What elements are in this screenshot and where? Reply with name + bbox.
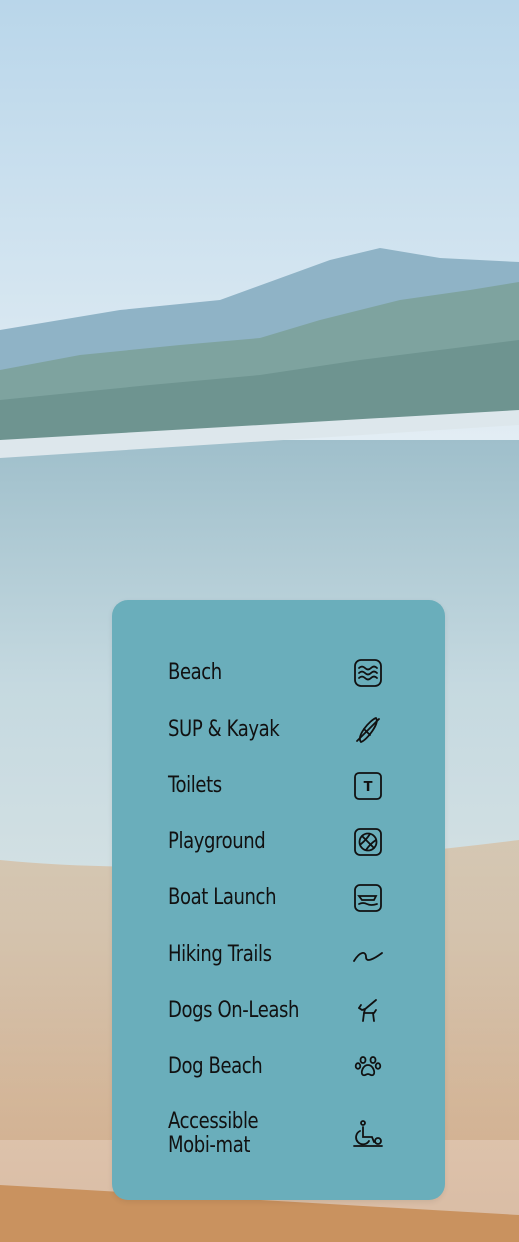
playground-icon (348, 822, 388, 862)
amenity-label: Beach (168, 660, 222, 685)
amenity-dogs-on-leash: Dogs On-Leash (168, 991, 388, 1031)
svg-text:T: T (364, 780, 373, 795)
amenity-label: SUP & Kayak (168, 717, 280, 742)
amenity-playground: Playground (168, 822, 388, 862)
amenity-hiking-trails: Hiking Trails (168, 935, 388, 975)
amenity-boat-launch: Boat Launch (168, 878, 388, 918)
amenity-sup-kayak: SUP & Kayak (168, 710, 388, 750)
amenities-card: Beach SUP & Kayak Toilets T Playground B… (112, 600, 445, 1200)
trail-icon (348, 935, 388, 975)
waves-icon (348, 653, 388, 693)
amenity-label: Hiking Trails (168, 942, 272, 967)
amenity-label: Dogs On-Leash (168, 998, 300, 1023)
amenity-label: Boat Launch (168, 885, 277, 910)
amenity-label: Toilets (168, 773, 222, 798)
wheelchair-icon (348, 1114, 388, 1154)
amenity-label: Dog Beach (168, 1054, 263, 1079)
paw-icon (348, 1047, 388, 1087)
amenity-beach: Beach (168, 653, 388, 693)
boat-launch-icon (348, 878, 388, 918)
amenity-label: Playground (168, 829, 266, 854)
kayak-icon (348, 710, 388, 750)
toilet-icon: T (348, 766, 388, 806)
amenity-toilets: Toilets T (168, 766, 388, 806)
amenity-dog-beach: Dog Beach (168, 1047, 388, 1087)
amenity-accessible-mobi-mat: Accessible Mobi-mat (168, 1110, 388, 1158)
amenity-label: Accessible Mobi-mat (168, 1109, 259, 1158)
dog-leash-icon (348, 991, 388, 1031)
